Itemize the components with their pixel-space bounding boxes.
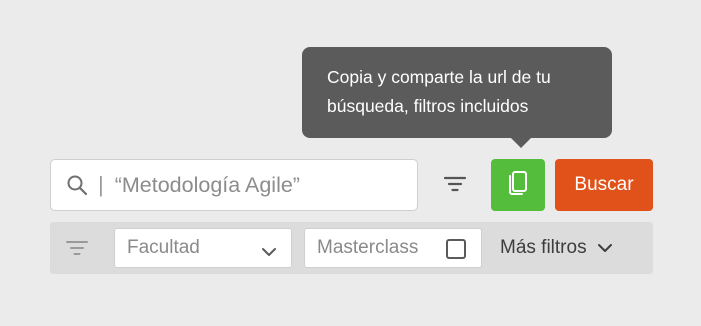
copy-url-button[interactable] (491, 159, 545, 211)
filter-button[interactable] (440, 173, 470, 199)
search-box[interactable]: | (50, 159, 418, 211)
tooltip-line-2: búsqueda, filtros incluidos (327, 96, 529, 116)
more-filters-label: Más filtros (500, 237, 587, 258)
more-filters-button[interactable]: Más filtros (500, 228, 613, 268)
search-input[interactable] (114, 172, 395, 198)
search-divider: | (98, 172, 104, 197)
masterclass-label: Masterclass (317, 237, 419, 258)
copy-icon (506, 169, 530, 202)
chevron-down-icon (597, 243, 613, 253)
filter-icon (443, 174, 467, 199)
tooltip-line-1: Copia y comparte la url de tu (327, 67, 551, 87)
search-panel: Copia y comparte la url de tu búsqueda, … (0, 0, 701, 326)
filter-bar: Facultad Masterclass Más filtros (50, 222, 653, 274)
tooltip-arrow (510, 137, 532, 148)
copy-url-tooltip: Copia y comparte la url de tu búsqueda, … (302, 47, 612, 138)
masterclass-filter[interactable]: Masterclass (304, 228, 482, 268)
search-button[interactable]: Buscar (555, 159, 653, 211)
masterclass-checkbox[interactable] (446, 239, 466, 259)
chevron-down-icon (261, 241, 277, 263)
search-icon (65, 173, 89, 197)
filter-icon[interactable] (64, 236, 90, 260)
facultad-label: Facultad (127, 237, 200, 258)
facultad-select[interactable]: Facultad (114, 228, 292, 268)
